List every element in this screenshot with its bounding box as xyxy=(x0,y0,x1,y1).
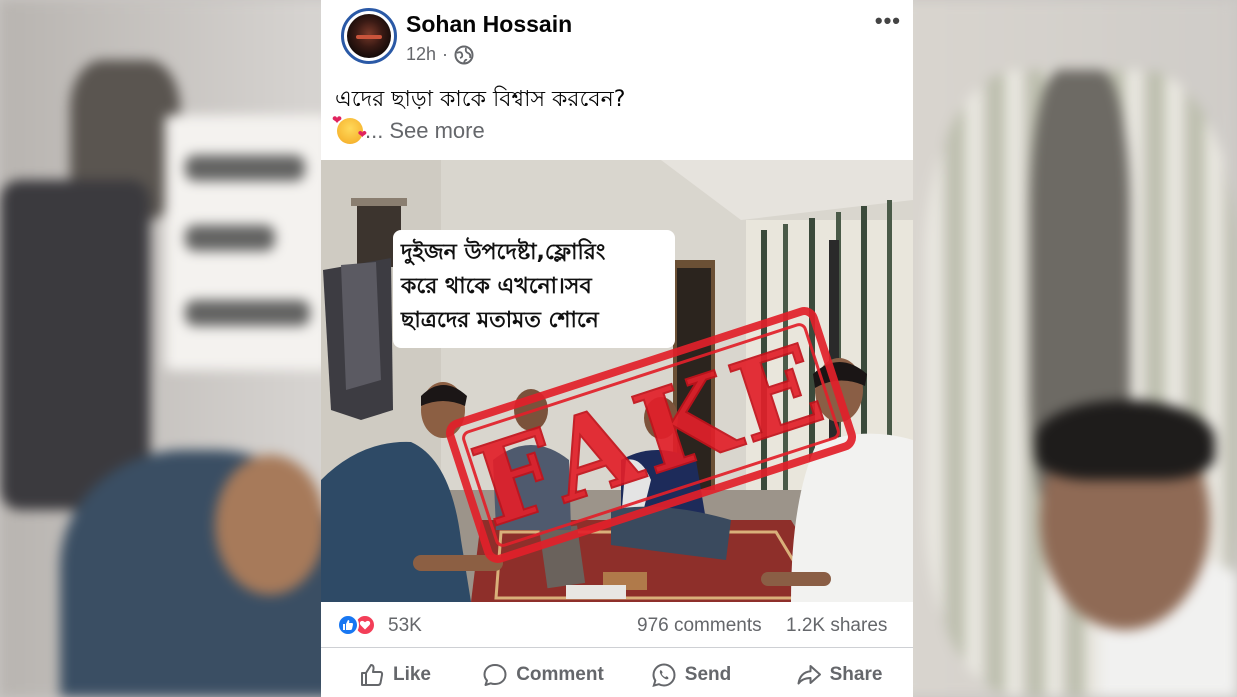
reaction-icons[interactable] xyxy=(337,614,376,636)
like-reaction-icon xyxy=(337,614,359,636)
like-button[interactable]: Like xyxy=(321,652,469,697)
overlay-line-2: করে থাকে এখনো।সব xyxy=(401,274,592,299)
see-more-link[interactable]: See more xyxy=(389,118,484,144)
comments-count[interactable]: 976 comments xyxy=(637,615,762,637)
bg-hair-right xyxy=(1035,400,1215,480)
post-caption: এদের ছাড়া কাকে বিশ্বাস করবেন? xyxy=(335,87,626,112)
like-label: Like xyxy=(392,663,432,685)
thumbs-up-icon xyxy=(360,663,384,686)
photo-text-overlay: দুইজন উপদেষ্টা,ফ্লোরিং করে থাকে এখনো।সব … xyxy=(393,230,675,348)
globe-icon xyxy=(454,45,474,64)
share-arrow-icon xyxy=(797,664,821,684)
comment-label: Comment xyxy=(516,663,604,685)
comment-button[interactable]: Comment xyxy=(469,652,617,697)
caption-ellipsis: ... xyxy=(365,118,384,143)
facebook-post: Sohan Hossain 12h · ••• এদের ছাড়া কাকে … xyxy=(321,0,913,697)
share-button[interactable]: Share xyxy=(765,652,913,697)
reaction-count[interactable]: 53K xyxy=(388,615,422,637)
more-options-icon[interactable]: ••• xyxy=(875,8,901,34)
comment-icon xyxy=(483,663,507,686)
see-more-row: ... See more xyxy=(332,113,485,144)
send-button[interactable]: Send xyxy=(617,652,765,697)
overlay-line-3: ছাত্রদের মতামত শোনে xyxy=(401,308,599,333)
avatar[interactable] xyxy=(341,8,397,64)
post-meta: 12h · xyxy=(406,44,474,65)
whatsapp-icon xyxy=(652,662,676,687)
shares-count[interactable]: 1.2K shares xyxy=(786,615,887,637)
avatar-image xyxy=(347,14,391,58)
bg-text-card xyxy=(165,115,330,370)
send-label: Send xyxy=(684,663,732,685)
post-header: Sohan Hossain 12h · ••• xyxy=(321,0,913,78)
overlay-line-1: দুইজন উপদেষ্টা,ফ্লোরিং xyxy=(401,240,606,265)
post-time[interactable]: 12h xyxy=(406,44,436,65)
bg-clothes xyxy=(0,180,150,510)
smiling-face-with-hearts-icon xyxy=(332,113,367,144)
reactions-bar: 53K 976 comments 1.2K shares xyxy=(321,602,913,648)
meta-separator: · xyxy=(442,44,449,64)
share-label: Share xyxy=(829,663,883,685)
author-name[interactable]: Sohan Hossain xyxy=(406,11,572,38)
action-bar: Like Comment Send Share xyxy=(321,652,913,697)
post-photo[interactable]: দুইজন উপদেষ্টা,ফ্লোরিং করে থাকে এখনো।সব … xyxy=(321,160,913,602)
bg-head-left xyxy=(215,455,325,595)
